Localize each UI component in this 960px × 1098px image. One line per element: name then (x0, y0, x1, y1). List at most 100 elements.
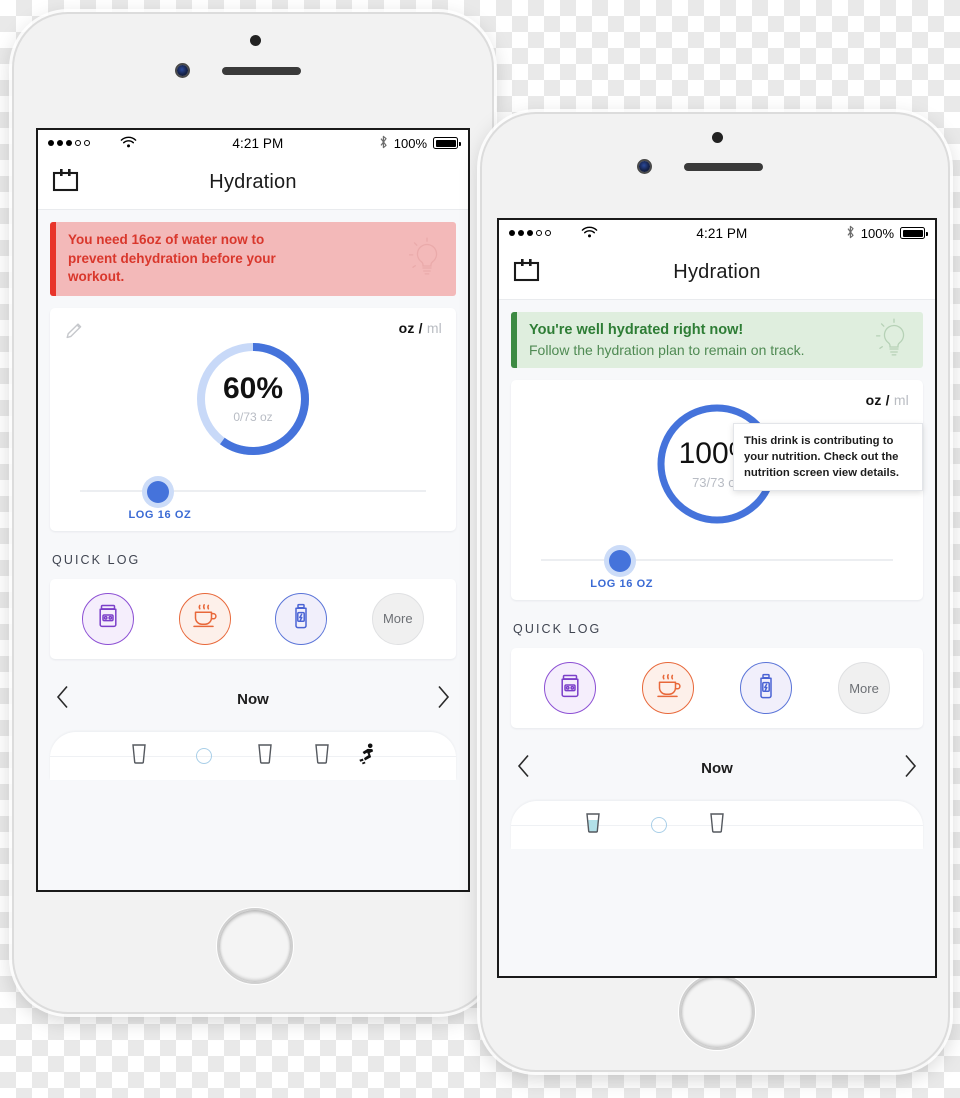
hydration-card: oz / ml 60% 0/73 oz LOG 16 OZ (50, 307, 456, 531)
tooltip-line-3: nutrition screen view details. (744, 467, 900, 480)
calendar-icon[interactable] (52, 168, 79, 198)
timeline-glass-1[interactable] (131, 743, 148, 769)
unit-oz[interactable]: oz (866, 392, 882, 408)
pager-label: Now (701, 760, 733, 778)
hydration-alert-banner: You need 16oz of water now to prevent de… (50, 222, 456, 296)
timeline-glass-filled[interactable] (585, 812, 602, 838)
unit-toggle[interactable]: oz / ml (399, 320, 442, 336)
quick-log-more-label: More (382, 611, 413, 627)
unit-oz[interactable]: oz (399, 320, 415, 336)
front-camera (177, 65, 188, 76)
phone-screen-right: 4:21 PM 100% Hydration You're well hydra… (497, 218, 937, 978)
quick-log-card: More (50, 578, 456, 659)
slider-label: LOG 16 OZ (128, 508, 192, 521)
chevron-right-icon[interactable] (903, 754, 917, 783)
hydration-progress-ring: 60% 0/73 oz (193, 339, 313, 459)
pager-label: Now (237, 690, 269, 708)
status-bar: 4:21 PM 100% (38, 130, 468, 156)
earpiece-speaker (684, 163, 763, 171)
status-bar: 4:21 PM 100% (499, 220, 935, 246)
battery-percent: 100% (393, 135, 427, 151)
front-camera (639, 161, 650, 172)
hydration-timeline (50, 731, 456, 780)
unit-toggle[interactable]: oz / ml (866, 392, 909, 408)
log-amount-slider[interactable]: LOG 16 OZ (541, 542, 893, 590)
calendar-icon[interactable] (513, 258, 540, 288)
supplement-jar-icon (95, 603, 121, 634)
pencil-icon[interactable] (64, 320, 86, 347)
slider-track (541, 559, 893, 562)
timeline-runner-icon[interactable] (357, 742, 377, 769)
supplement-jar-icon (557, 673, 583, 704)
sensor-dot (250, 35, 261, 46)
battery-icon (900, 227, 928, 239)
quick-log-energy-drink[interactable] (740, 662, 792, 715)
signal-strength-icon (48, 140, 90, 146)
sensor-dot (712, 132, 723, 143)
unit-ml[interactable]: ml (894, 392, 909, 408)
status-time: 4:21 PM (232, 135, 284, 151)
coffee-cup-icon (655, 673, 682, 704)
timeline-glass-2[interactable] (709, 812, 726, 838)
phone-device-right: 4:21 PM 100% Hydration You're well hydra… (480, 112, 950, 1072)
battery-percent: 100% (860, 225, 894, 241)
slider-knob[interactable] (142, 475, 175, 508)
timeline-now-marker[interactable] (196, 747, 213, 764)
hydration-timeline (511, 801, 923, 850)
timeline-glass-3[interactable] (314, 743, 331, 769)
bluetooth-icon (379, 135, 388, 152)
tooltip-line-1: This drink is contributing to (744, 435, 894, 447)
timeline-line (50, 755, 456, 757)
bluetooth-icon (846, 225, 855, 242)
quick-log-more-button[interactable]: More (838, 662, 890, 715)
quick-log-more-button[interactable]: More (371, 592, 424, 645)
hydration-percent: 60% (222, 371, 284, 405)
screenshot-stage: 4:21 PM 100% Hydration You need 16oz of … (0, 0, 960, 1098)
unit-separator: / (885, 392, 890, 409)
unit-separator: / (418, 319, 423, 336)
quick-log-supplement-jar[interactable] (544, 662, 596, 715)
energy-drink-bottle-icon (289, 603, 313, 634)
battery-icon (433, 137, 461, 149)
banner-text: You're well hydrated right now! Follow t… (517, 312, 923, 368)
log-amount-slider[interactable]: LOG 16 OZ (80, 473, 426, 521)
hydration-amount: 0/73 oz (233, 409, 273, 424)
slider-track (80, 489, 426, 492)
chevron-right-icon[interactable] (436, 685, 450, 714)
wifi-icon (581, 226, 598, 241)
phone-device-left: 4:21 PM 100% Hydration You need 16oz of … (12, 12, 494, 1014)
banner-line-1: You're well hydrated right now! (529, 322, 744, 338)
timeline-now-marker[interactable] (651, 817, 668, 834)
nav-bar: Hydration (38, 156, 468, 210)
banner-line-2: Follow the hydration plan to remain on t… (529, 341, 805, 358)
unit-ml[interactable]: ml (427, 320, 442, 336)
earpiece-speaker (222, 67, 301, 75)
quick-log-supplement-jar[interactable] (82, 592, 135, 645)
nutrition-tooltip: This drink is contributing to your nutri… (733, 423, 923, 492)
phone-screen-left: 4:21 PM 100% Hydration You need 16oz of … (36, 128, 470, 892)
tooltip-line-2: your nutrition. Check out the (744, 451, 899, 464)
quick-log-coffee[interactable] (178, 592, 231, 645)
quick-log-card: More (511, 648, 923, 729)
signal-strength-icon (509, 230, 551, 236)
quick-log-title: QUICK LOG (513, 622, 602, 637)
slider-knob[interactable] (604, 545, 637, 578)
banner-line-2: prevent dehydration before your (68, 250, 276, 266)
energy-drink-bottle-icon (754, 673, 778, 704)
banner-line-1: You need 16oz of water now to (68, 232, 265, 247)
slider-label: LOG 16 OZ (590, 578, 654, 591)
page-title: Hydration (209, 171, 297, 193)
day-pager: Now (38, 671, 468, 728)
timeline-glass-2[interactable] (257, 743, 274, 769)
hydration-status-banner: You're well hydrated right now! Follow t… (511, 312, 923, 369)
quick-log-more-label: More (849, 680, 879, 696)
page-title: Hydration (673, 261, 761, 283)
quick-log-title: QUICK LOG (52, 552, 141, 567)
quick-log-energy-drink[interactable] (275, 592, 328, 645)
home-button[interactable] (217, 908, 293, 984)
home-button[interactable] (679, 974, 755, 1050)
banner-line-3: workout. (68, 269, 125, 285)
quick-log-coffee[interactable] (642, 662, 694, 715)
chevron-left-icon[interactable] (56, 685, 70, 714)
chevron-left-icon[interactable] (517, 754, 531, 783)
